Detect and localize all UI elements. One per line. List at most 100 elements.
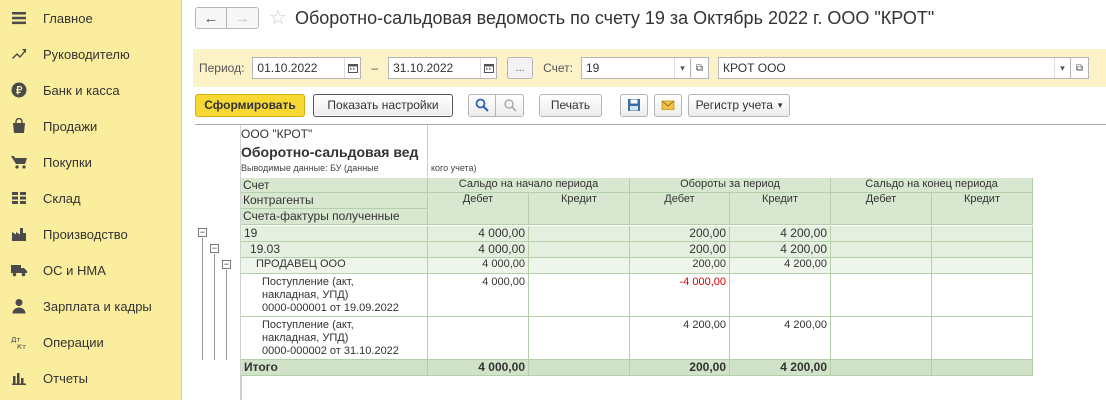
row-account-name[interactable]: 19 bbox=[241, 226, 428, 242]
sidebar-item-label: Руководителю bbox=[43, 46, 130, 62]
row-subaccount-name[interactable]: 19.03 bbox=[241, 242, 428, 258]
cell-closing-credit bbox=[932, 242, 1033, 258]
document-line-3: 0000-000002 от 31.10.2022 bbox=[262, 345, 399, 357]
cell-turnover-credit: 4 200,00 bbox=[730, 317, 831, 360]
row-document[interactable]: Поступление (акт, накладная, УПД) 0000-0… bbox=[241, 317, 428, 360]
date-from-value: 01.10.2022 bbox=[257, 61, 318, 75]
sidebar-item-operations[interactable]: Дт Кт Операции bbox=[0, 324, 181, 360]
sidebar-item-label: Зарплата и кадры bbox=[43, 298, 152, 314]
tree-line bbox=[226, 270, 227, 360]
row-document[interactable]: Поступление (акт, накладная, УПД) 0000-0… bbox=[241, 274, 428, 317]
sidebar-item-label: Операции bbox=[43, 334, 104, 350]
chart-trend-icon bbox=[10, 45, 28, 63]
print-button[interactable]: Печать bbox=[539, 93, 602, 117]
header-opening-balance: Сальдо на начало периода bbox=[428, 178, 630, 193]
dt-kt-icon: Дт Кт bbox=[10, 333, 28, 351]
sidebar-item-bank[interactable]: Банк и касса bbox=[0, 72, 181, 108]
row-counterparty-name[interactable]: ПРОДАВЕЦ ООО bbox=[241, 258, 428, 274]
report-note-cont: кого учета) bbox=[431, 163, 477, 173]
total-closing-debit bbox=[831, 360, 932, 376]
date-to-value: 31.10.2022 bbox=[393, 61, 454, 75]
open-icon[interactable]: ⧉ bbox=[691, 57, 709, 79]
forward-button[interactable]: → bbox=[227, 7, 259, 29]
cell-turnover-debit: 200,00 bbox=[630, 226, 730, 242]
sidebar-item-reports[interactable]: Отчеты bbox=[0, 360, 181, 396]
account-field[interactable]: 19 ▾ bbox=[581, 57, 691, 79]
sidebar-item-label: ОС и НМА bbox=[43, 262, 106, 278]
report-title: Оборотно-сальдовая вед bbox=[241, 144, 419, 160]
calendar-icon[interactable] bbox=[344, 58, 360, 78]
collapse-icon[interactable]: − bbox=[222, 260, 231, 269]
warehouse-icon bbox=[10, 189, 28, 207]
menu-icon bbox=[10, 9, 28, 27]
show-settings-button[interactable]: Показать настройки bbox=[313, 93, 453, 117]
period-dash: – bbox=[371, 61, 379, 75]
report-tree-gutter: − − − bbox=[195, 125, 241, 400]
tree-line bbox=[202, 238, 203, 360]
header-credit: Кредит bbox=[730, 193, 831, 225]
cell-turnover-credit: 4 200,00 bbox=[730, 258, 831, 274]
send-email-button[interactable] bbox=[654, 93, 682, 117]
save-button[interactable] bbox=[620, 93, 648, 117]
cell-opening-credit bbox=[529, 242, 630, 258]
sidebar-item-manager[interactable]: Руководителю bbox=[0, 36, 181, 72]
date-to-field[interactable]: 31.10.2022 bbox=[388, 57, 498, 79]
column-divider bbox=[241, 376, 242, 400]
search-icon bbox=[475, 98, 489, 112]
header-account: Счет bbox=[241, 178, 428, 193]
back-button[interactable]: ← bbox=[195, 7, 227, 29]
dropdown-arrow-icon[interactable]: ▾ bbox=[1054, 58, 1070, 78]
cell-opening-debit: 4 000,00 bbox=[428, 274, 529, 317]
cell-closing-debit bbox=[831, 258, 932, 274]
arrow-left-icon: ← bbox=[203, 9, 219, 27]
organization-value: КРОТ ООО bbox=[723, 61, 786, 75]
organization-field[interactable]: КРОТ ООО ▾ bbox=[718, 57, 1071, 79]
total-closing-credit bbox=[932, 360, 1033, 376]
register-menu-button[interactable]: Регистр учета ▾ bbox=[688, 93, 790, 117]
column-divider bbox=[427, 125, 428, 177]
search-button[interactable] bbox=[468, 93, 496, 117]
header-credit: Кредит bbox=[932, 193, 1033, 225]
period-label: Период: bbox=[199, 61, 245, 75]
sidebar-item-salary[interactable]: Зарплата и кадры bbox=[0, 288, 181, 324]
arrow-right-icon: → bbox=[235, 9, 250, 27]
sidebar-item-label: Продажи bbox=[43, 118, 98, 134]
ruble-icon bbox=[10, 81, 28, 99]
sidebar-item-main[interactable]: Главное bbox=[0, 0, 181, 36]
total-turnover-debit: 200,00 bbox=[630, 360, 730, 376]
cell-opening-debit: 4 000,00 bbox=[428, 258, 529, 274]
sidebar-item-warehouse[interactable]: Склад bbox=[0, 180, 181, 216]
total-turnover-credit: 4 200,00 bbox=[730, 360, 831, 376]
cell-opening-credit bbox=[529, 258, 630, 274]
sidebar-item-production[interactable]: Производство bbox=[0, 216, 181, 252]
search-clear-button[interactable] bbox=[496, 93, 524, 117]
cell-turnover-debit: 200,00 bbox=[630, 258, 730, 274]
star-icon[interactable]: ☆ bbox=[269, 8, 287, 28]
date-from-field[interactable]: 01.10.2022 bbox=[252, 57, 362, 79]
generate-button[interactable]: Сформировать bbox=[195, 93, 305, 117]
account-label: Счет: bbox=[543, 61, 573, 75]
calendar-icon[interactable] bbox=[480, 58, 496, 78]
period-select-button[interactable]: ... bbox=[507, 57, 534, 79]
collapse-icon[interactable]: − bbox=[198, 228, 207, 237]
header-closing-balance: Сальдо на конец периода bbox=[831, 178, 1033, 193]
floppy-disk-icon bbox=[628, 99, 640, 111]
report-org: ООО "КРОТ" bbox=[241, 127, 313, 141]
sidebar-item-sales[interactable]: Продажи bbox=[0, 108, 181, 144]
cell-closing-debit bbox=[831, 226, 932, 242]
cell-turnover-debit: -4 000,00 bbox=[630, 274, 730, 317]
sidebar-item-purchases[interactable]: Покупки bbox=[0, 144, 181, 180]
parameters-bar: Период: 01.10.2022 – 31.10.2022 ... Счет… bbox=[193, 49, 1106, 87]
document-line-3: 0000-000001 от 19.09.2022 bbox=[262, 302, 399, 314]
truck-icon bbox=[10, 261, 28, 279]
factory-icon bbox=[10, 225, 28, 243]
dropdown-arrow-icon[interactable]: ▾ bbox=[674, 58, 690, 78]
collapse-icon[interactable]: − bbox=[210, 244, 219, 253]
shopping-bag-icon bbox=[10, 117, 28, 135]
sidebar-item-fixed-assets[interactable]: ОС и НМА bbox=[0, 252, 181, 288]
svg-text:Кт: Кт bbox=[17, 343, 26, 350]
document-line-2: накладная, УПД) bbox=[262, 332, 349, 344]
header-invoices: Счета-фактуры полученные bbox=[241, 209, 428, 225]
open-icon[interactable]: ⧉ bbox=[1071, 57, 1089, 79]
cell-closing-debit bbox=[831, 242, 932, 258]
